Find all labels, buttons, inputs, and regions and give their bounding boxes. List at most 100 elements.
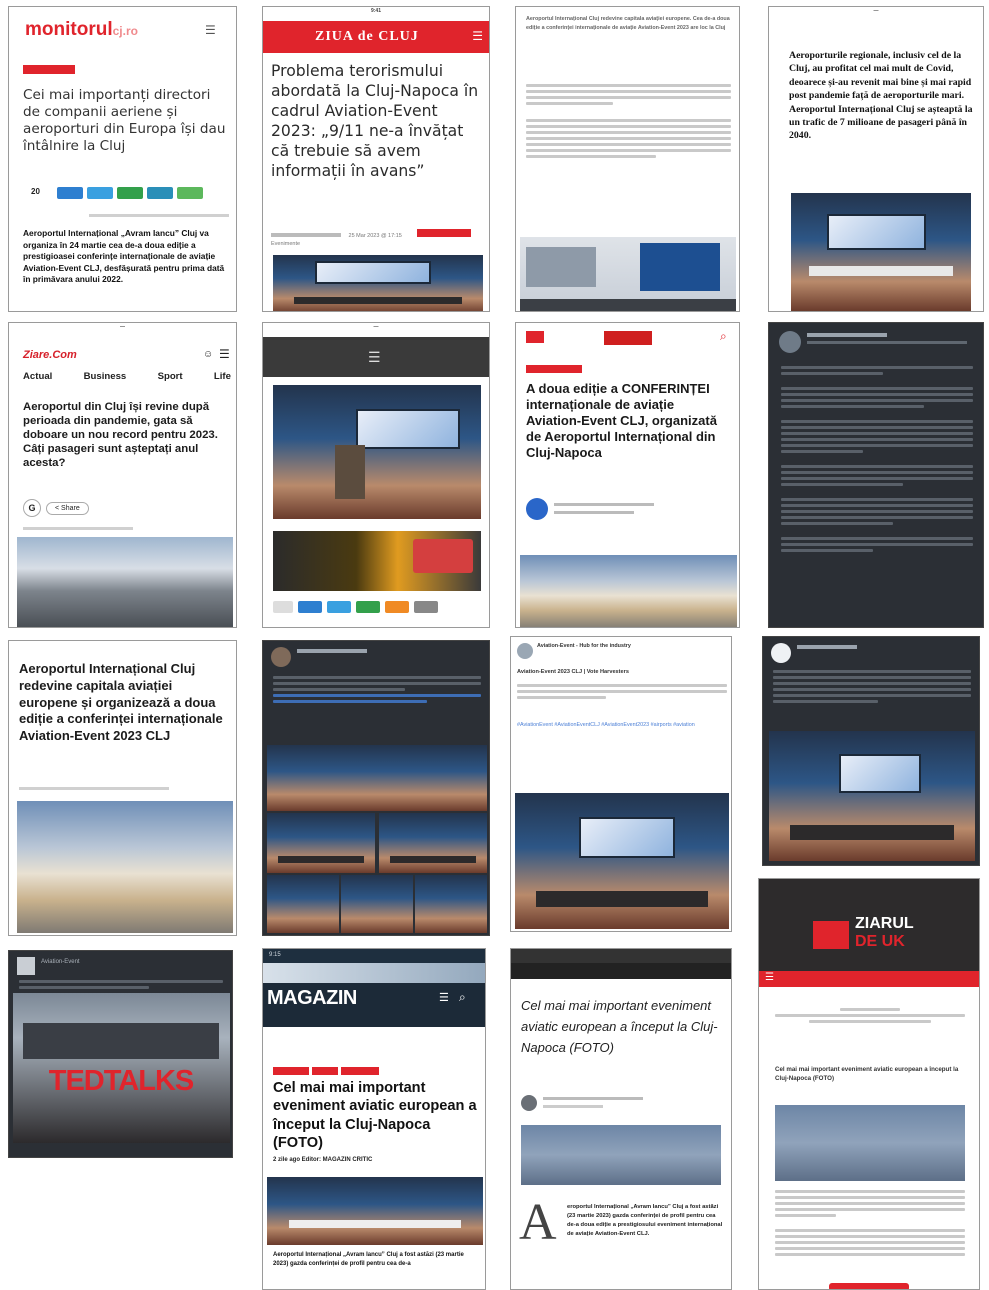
article-body <box>520 81 737 161</box>
page-avatar[interactable] <box>517 643 533 659</box>
facebook-post-dark-2[interactable] <box>762 636 980 866</box>
linkedin-share-button[interactable] <box>147 187 173 199</box>
ad-banner[interactable] <box>273 531 481 591</box>
article-card-ziarul-de-uk[interactable]: ZIARUL DE UK ☰ Cel mai mai important eve… <box>758 878 980 1290</box>
meta-line <box>19 787 169 790</box>
headline[interactable]: Aeroporturile regionale, inclusiv cel de… <box>789 49 975 143</box>
post-hashtags[interactable]: #AviationEvent #AviationEventCLJ #Aviati… <box>517 721 727 730</box>
hamburger-menu-icon[interactable]: ☰ <box>765 972 774 983</box>
lead-paragraph: Aeroportul Internațional „Avram Iancu” C… <box>23 228 225 285</box>
article-body <box>769 1187 971 1259</box>
search-icon[interactable]: ⌕ <box>459 990 466 1005</box>
page-name[interactable]: Aviation-Event <box>41 959 80 965</box>
bottom-button[interactable] <box>829 1283 909 1289</box>
magazin-logo[interactable]: MAGAZIN <box>267 987 357 1010</box>
status-bar: 9:15 <box>263 949 485 963</box>
meta-category[interactable]: Evenimente <box>271 241 485 247</box>
article-meta: 2 zile ago Editor: MAGAZIN CRITIC <box>273 1157 373 1163</box>
headline[interactable]: Aeroportul Internațional Cluj redevine c… <box>19 661 231 745</box>
page-name[interactable]: Aviation-Event - Hub for the industry <box>537 643 727 649</box>
author-avatar[interactable] <box>526 498 548 520</box>
avatar[interactable] <box>271 647 291 667</box>
collage-photo-2 <box>267 813 375 873</box>
author-avatar[interactable] <box>521 1095 537 1111</box>
hamburger-menu-icon[interactable]: ☰ <box>205 23 216 37</box>
article-card-magazin[interactable]: 9:15 MAGAZIN ☰ ⌕ Cel mai mai important e… <box>262 948 486 1290</box>
messenger-share-button[interactable] <box>87 187 113 199</box>
facebook-post-aviation-event[interactable]: Aviation-Event - Hub for the industry Av… <box>510 636 732 932</box>
article-photo <box>791 193 971 311</box>
headline[interactable]: Problema terorismului abordată la Cluj-N… <box>271 61 485 181</box>
badge-2[interactable] <box>312 1067 338 1075</box>
hamburger-menu-icon[interactable]: ☰ <box>472 29 483 43</box>
article-card-serif[interactable]: — Aeroporturile regionale, inclusiv cel … <box>768 6 984 312</box>
headline[interactable]: Cel mai mai important eveniment aviatic … <box>273 1079 479 1153</box>
nav-sport[interactable]: Sport <box>158 371 183 382</box>
article-card-ziua-de-cluj[interactable]: 9:41 ZIUA de CLUJ ☰ Problema terorismulu… <box>262 6 490 312</box>
nav-business[interactable]: Business <box>84 371 127 382</box>
google-news-icon[interactable]: G <box>23 499 41 517</box>
post-author <box>297 649 367 653</box>
post-author <box>807 333 887 337</box>
share-button[interactable]: < Share <box>46 501 89 515</box>
article-card-monitorul[interactable]: monitorulcj.ro ☰ Actualitate Cei mai imp… <box>8 6 237 312</box>
hamburger-menu-icon[interactable]: ☰ <box>439 991 449 1004</box>
speaker-photo <box>273 385 481 519</box>
avatar[interactable] <box>771 643 791 663</box>
category-tag[interactable] <box>417 229 472 237</box>
category-badge[interactable]: Actualitate <box>23 65 75 74</box>
article-card-capitala[interactable]: Aeroportul Internațional Cluj redevine c… <box>8 640 237 936</box>
facebook-post-dark[interactable] <box>768 322 984 628</box>
site-url: — <box>120 324 125 330</box>
search-icon[interactable]: ⌕ <box>720 329 727 344</box>
ziua-logo[interactable]: ZIUA de CLUJ <box>315 29 419 45</box>
article-card-red-brand[interactable]: ⌕ Actualitate A doua ediție a CONFERINȚE… <box>515 322 740 628</box>
brand-logo[interactable] <box>604 331 652 345</box>
page-avatar[interactable] <box>17 957 35 975</box>
article-title[interactable]: Aeroportul Internațional Cluj redevine c… <box>526 15 731 33</box>
article-card-gallery[interactable]: — ☰ <box>262 322 490 628</box>
brand-mark[interactable] <box>526 331 544 343</box>
lead-paragraph: eroportul Internațional „Avram Iancu” Cl… <box>567 1204 723 1237</box>
top-nav: Actual Business Sport Life <box>23 371 231 382</box>
article-meta: 25 Mar 2023 @ 17:15 Evenimente <box>271 229 485 247</box>
facebook-share-button[interactable] <box>57 187 83 199</box>
avatar[interactable] <box>779 331 801 353</box>
whatsapp-share-button[interactable] <box>356 601 380 613</box>
hamburger-menu-icon[interactable]: ☰ <box>219 347 230 361</box>
user-icon[interactable]: ☺ <box>203 349 213 360</box>
ziare-logo[interactable]: Ziare.Com <box>23 349 77 361</box>
share-count: 20 <box>31 187 40 196</box>
ziarul-logo[interactable]: ZIARUL DE UK <box>813 915 931 953</box>
nav-actual[interactable]: Actual <box>23 371 52 382</box>
article-intro <box>769 1005 971 1026</box>
article-card-italic[interactable]: Cel mai mai important eveniment aviatic … <box>510 948 732 1290</box>
article-photo <box>17 801 233 933</box>
headline[interactable]: Cel mai mai important eveniment aviatic … <box>521 995 723 1058</box>
category-badge[interactable]: Actualitate <box>526 365 582 373</box>
post-body <box>775 363 979 555</box>
facebook-post-collage[interactable] <box>262 640 490 936</box>
nav-life[interactable]: Life <box>214 371 231 382</box>
whatsapp-share-button[interactable] <box>117 187 143 199</box>
badge-3[interactable] <box>341 1067 379 1075</box>
badge-1[interactable] <box>273 1067 309 1075</box>
logo-suffix: cj.ro <box>112 24 138 38</box>
article-card-ziare-com[interactable]: — Ziare.Com ☺ ☰ Actual Business Sport Li… <box>8 322 237 628</box>
messenger-share-button[interactable] <box>327 601 351 613</box>
facebook-post-tedtalks[interactable]: Aviation-Event TEDTALKS <box>8 950 233 1158</box>
monitorul-logo[interactable]: monitorulcj.ro <box>25 19 138 41</box>
headline[interactable]: Aeroportul din Cluj își revine după peri… <box>23 400 227 470</box>
more-share-button[interactable] <box>414 601 438 613</box>
email-share-button[interactable] <box>385 601 409 613</box>
headline[interactable]: Cei mai importanți directori de companii… <box>23 87 231 155</box>
site-url: — <box>873 8 879 14</box>
meta-line <box>23 527 133 530</box>
site-header: ZIUA de CLUJ ☰ <box>263 21 489 53</box>
headline[interactable]: A doua ediție a CONFERINȚEI internaționa… <box>526 381 731 461</box>
facebook-share-button[interactable] <box>298 601 322 613</box>
hamburger-menu-icon[interactable]: ☰ <box>368 349 381 366</box>
article-card-text[interactable]: Aeroportul Internațional Cluj redevine c… <box>515 6 740 312</box>
headline[interactable]: Cel mai mai important eveniment aviatic … <box>775 1065 967 1083</box>
sms-share-button[interactable] <box>177 187 203 199</box>
